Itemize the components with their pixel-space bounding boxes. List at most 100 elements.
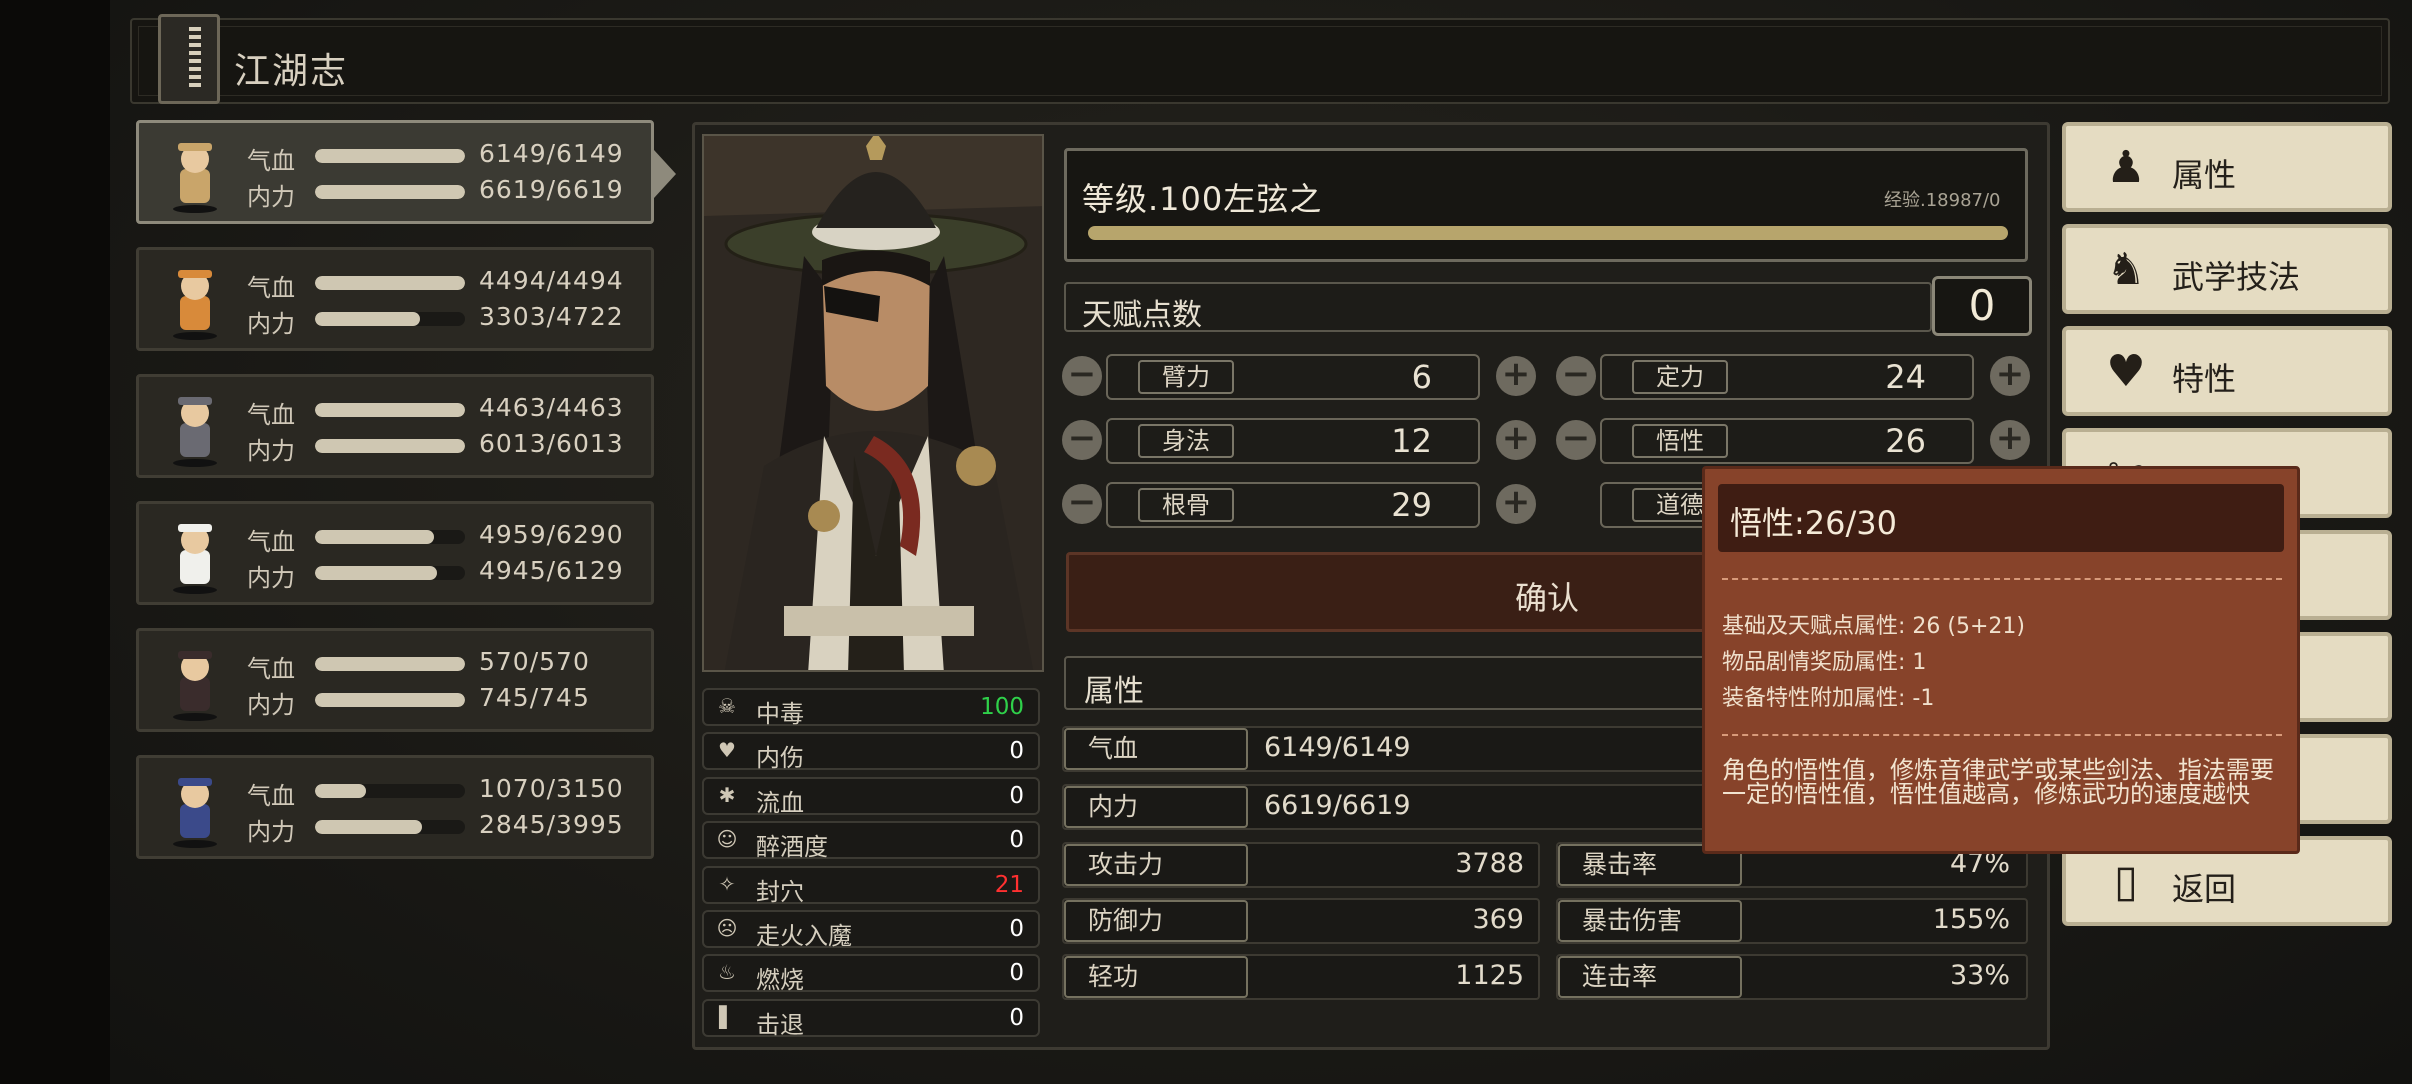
stats-header-label: 属性 bbox=[1084, 674, 1144, 709]
stat-value: 155% bbox=[1932, 904, 2010, 935]
hp-value: 4959/6290 bbox=[479, 520, 624, 549]
attribute-figure-icon: ♟ bbox=[2106, 142, 2146, 193]
hp-value: 4494/4494 bbox=[479, 266, 624, 295]
menu-button[interactable]: ♥ 特性 bbox=[2062, 326, 2392, 416]
plus-focus-button[interactable]: + bbox=[1990, 356, 2030, 396]
hp-value: 4463/4463 bbox=[479, 393, 624, 422]
status-name: 走火入魔 bbox=[756, 922, 852, 950]
minus-agility-button[interactable]: − bbox=[1062, 420, 1102, 460]
acupoint-seal-icon: ✧ bbox=[718, 871, 736, 896]
status-row: ♥ 内伤 0 bbox=[702, 732, 1040, 772]
hp-bar bbox=[315, 149, 465, 163]
roster-card[interactable]: 气血 内力 1070/3150 2845/3995 bbox=[136, 755, 654, 859]
white-goose-icon bbox=[145, 508, 245, 600]
mp-value: 2845/3995 bbox=[479, 810, 624, 839]
hp-label: 气血 bbox=[247, 274, 295, 302]
attr-value: 12 bbox=[1391, 422, 1432, 460]
status-value: 0 bbox=[1009, 738, 1024, 765]
tooltip-line: 物品剧情奖励属性: 1 bbox=[1722, 650, 1927, 675]
status-name: 击退 bbox=[756, 1010, 804, 1039]
stat-name: 防御力 bbox=[1064, 900, 1248, 942]
stat-name: 连击率 bbox=[1558, 956, 1742, 998]
mp-value: 3303/4722 bbox=[479, 302, 624, 331]
mp-value: 6619/6619 bbox=[479, 175, 624, 204]
menu-label: 返回 bbox=[2172, 870, 2237, 908]
tooltip-title: 悟性:26/30 bbox=[1730, 504, 1898, 542]
mp-value: 4945/6129 bbox=[479, 556, 624, 585]
stat-value: 369 bbox=[1472, 904, 1524, 935]
straw-hat-swordsman-icon bbox=[145, 127, 245, 219]
minus-constitution-button[interactable]: − bbox=[1062, 484, 1102, 524]
attr-name: 身法 bbox=[1138, 424, 1234, 458]
mp-label: 内力 bbox=[247, 564, 295, 592]
status-row: ♨ 燃烧 0 bbox=[702, 954, 1040, 995]
mp-value: 6013/6013 bbox=[479, 429, 624, 458]
status-name: 醉酒度 bbox=[756, 833, 828, 862]
stat-row: 防御力 369 bbox=[1062, 898, 1540, 944]
exp-bar bbox=[1088, 226, 2008, 240]
roster-card[interactable]: 气血 内力 4463/4463 6013/6013 bbox=[136, 374, 654, 478]
stat-name: 轻功 bbox=[1064, 956, 1248, 998]
status-name: 燃烧 bbox=[756, 966, 804, 995]
plus-insight-button[interactable]: + bbox=[1990, 420, 2030, 460]
minus-insight-button[interactable]: − bbox=[1556, 420, 1596, 460]
stat-row: 攻击力 3788 bbox=[1062, 842, 1540, 888]
status-row: ☺ 醉酒度 0 bbox=[702, 821, 1040, 862]
stat-name: 攻击力 bbox=[1064, 844, 1248, 886]
menu-button[interactable]: ♞ 武学技法 bbox=[2062, 224, 2392, 314]
stat-value: 6149/6149 bbox=[1264, 732, 1411, 763]
hp-bar bbox=[315, 784, 465, 798]
level-title: 等级.100左弦之 bbox=[1082, 180, 1323, 218]
stat-row: 暴击伤害 155% bbox=[1556, 898, 2028, 944]
stat-value: 33% bbox=[1949, 960, 2010, 991]
blue-hat-fighter-icon bbox=[145, 762, 245, 854]
hp-value: 570/570 bbox=[479, 647, 590, 676]
mp-bar bbox=[315, 439, 465, 453]
minus-strength-button[interactable]: − bbox=[1062, 356, 1102, 396]
mp-bar bbox=[315, 566, 465, 580]
broken-heart-icon: ♥ bbox=[718, 738, 736, 763]
dizzy-face-icon: ☺ bbox=[716, 827, 738, 852]
mp-label: 内力 bbox=[247, 818, 295, 846]
roster-card[interactable]: 气血 内力 570/570 745/745 bbox=[136, 628, 654, 732]
menu-button[interactable]: ♟ 属性 bbox=[2062, 122, 2392, 212]
plus-constitution-button[interactable]: + bbox=[1496, 484, 1536, 524]
mp-label: 内力 bbox=[247, 310, 295, 338]
mp-bar bbox=[315, 185, 465, 199]
tooltip-title-bar: 悟性:26/30 bbox=[1718, 484, 2284, 552]
roster-card[interactable]: 气血 内力 6149/6149 6619/6619 bbox=[136, 120, 654, 224]
roster-card[interactable]: 气血内力 4959/6290 4945/6129 bbox=[136, 501, 654, 605]
hp-bar bbox=[315, 276, 465, 290]
tooltip-description: 角色的悟性值，修炼音律武学或某些剑法、指法需要一定的悟性值，悟性值越高，修炼武功… bbox=[1722, 756, 2274, 808]
status-value: 0 bbox=[1009, 960, 1024, 987]
attr-name: 根骨 bbox=[1138, 488, 1234, 522]
divider bbox=[1722, 734, 2282, 736]
hp-label: 气血 bbox=[247, 528, 295, 556]
demon-face-icon: ☹ bbox=[716, 916, 738, 940]
status-row: ☠ 中毒 100 bbox=[702, 688, 1040, 728]
plus-agility-button[interactable]: + bbox=[1496, 420, 1536, 460]
mp-label: 内力 bbox=[247, 691, 295, 719]
plus-strength-button[interactable]: + bbox=[1496, 356, 1536, 396]
hp-label: 气血 bbox=[247, 655, 295, 683]
book-icon[interactable] bbox=[158, 14, 220, 104]
status-value: 0 bbox=[1009, 827, 1024, 854]
status-value: 0 bbox=[1009, 916, 1024, 942]
stat-row: 轻功 1125 bbox=[1062, 954, 1540, 1000]
exp-text: 经验.18987/0 bbox=[1884, 190, 2001, 211]
trait-heart-icon: ♥ bbox=[2106, 346, 2146, 397]
roster-card[interactable]: 气血内力 4494/4494 3303/4722 bbox=[136, 247, 654, 351]
attr-name: 臂力 bbox=[1138, 360, 1234, 394]
skull-icon: ☠ bbox=[718, 694, 736, 718]
attr-constitution: 根骨 29 bbox=[1106, 482, 1480, 528]
attr-agility: 身法 12 bbox=[1106, 418, 1480, 464]
martial-skill-icon: ♞ bbox=[2106, 244, 2146, 295]
mp-bar bbox=[315, 312, 465, 326]
hp-bar bbox=[315, 657, 465, 671]
minus-focus-button[interactable]: − bbox=[1556, 356, 1596, 396]
hp-label: 气血 bbox=[247, 401, 295, 429]
fox-icon bbox=[145, 254, 245, 346]
hp-bar bbox=[315, 403, 465, 417]
talent-points-label: 天赋点数 bbox=[1082, 298, 1202, 333]
menu-label: 武学技法 bbox=[2172, 258, 2301, 296]
